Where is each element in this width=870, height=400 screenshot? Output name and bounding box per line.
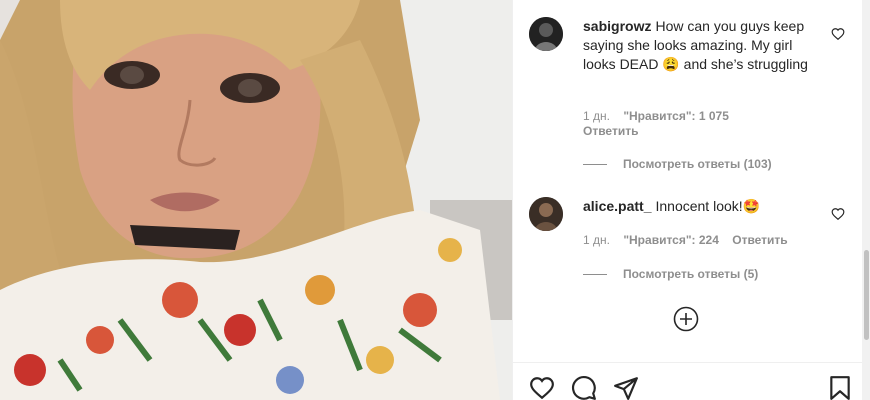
avatar[interactable]: [529, 17, 563, 51]
post-photo[interactable]: [0, 0, 512, 400]
comment-meta: 1 дн. "Нравится": 1 075: [583, 109, 739, 123]
scrollbar-track[interactable]: [862, 0, 870, 400]
comment-body: Innocent look!🤩: [655, 198, 761, 214]
divider: [513, 362, 863, 363]
view-replies-label: Посмотреть ответы (103): [623, 157, 772, 171]
view-replies-button[interactable]: Посмотреть ответы (103): [583, 157, 772, 171]
view-replies-button[interactable]: Посмотреть ответы (5): [583, 267, 758, 281]
heart-icon[interactable]: [831, 27, 845, 41]
comment-time: 1 дн.: [583, 233, 610, 247]
comment-text: alice.patt_ Innocent look!🤩: [583, 197, 813, 216]
reply-button[interactable]: Ответить: [732, 233, 787, 247]
heart-icon[interactable]: [831, 207, 845, 221]
comment-meta: 1 дн. "Нравится": 224 Ответить: [583, 233, 798, 247]
heart-icon[interactable]: [529, 375, 555, 400]
comment-time: 1 дн.: [583, 109, 610, 123]
comment-icon[interactable]: [571, 375, 597, 400]
reply-button[interactable]: Ответить: [583, 124, 638, 138]
bookmark-icon[interactable]: [827, 375, 853, 400]
comment-likes[interactable]: "Нравится": 224: [623, 233, 719, 247]
view-replies-label: Посмотреть ответы (5): [623, 267, 759, 281]
comment-username[interactable]: alice.patt_: [583, 198, 651, 214]
divider-line: [583, 163, 607, 165]
share-icon[interactable]: [613, 375, 639, 400]
comment-username[interactable]: sabigrowz: [583, 18, 651, 34]
plus-circle-icon[interactable]: [673, 306, 699, 332]
comments-panel: sabigrowz How can you guys keep saying sh…: [512, 0, 863, 400]
avatar[interactable]: [529, 197, 563, 231]
comment-text: sabigrowz How can you guys keep saying sh…: [583, 17, 813, 74]
scrollbar-thumb[interactable]: [864, 250, 869, 340]
divider-line: [583, 273, 607, 275]
comment-likes[interactable]: "Нравится": 1 075: [623, 109, 729, 123]
photo-illustration: [0, 0, 512, 400]
